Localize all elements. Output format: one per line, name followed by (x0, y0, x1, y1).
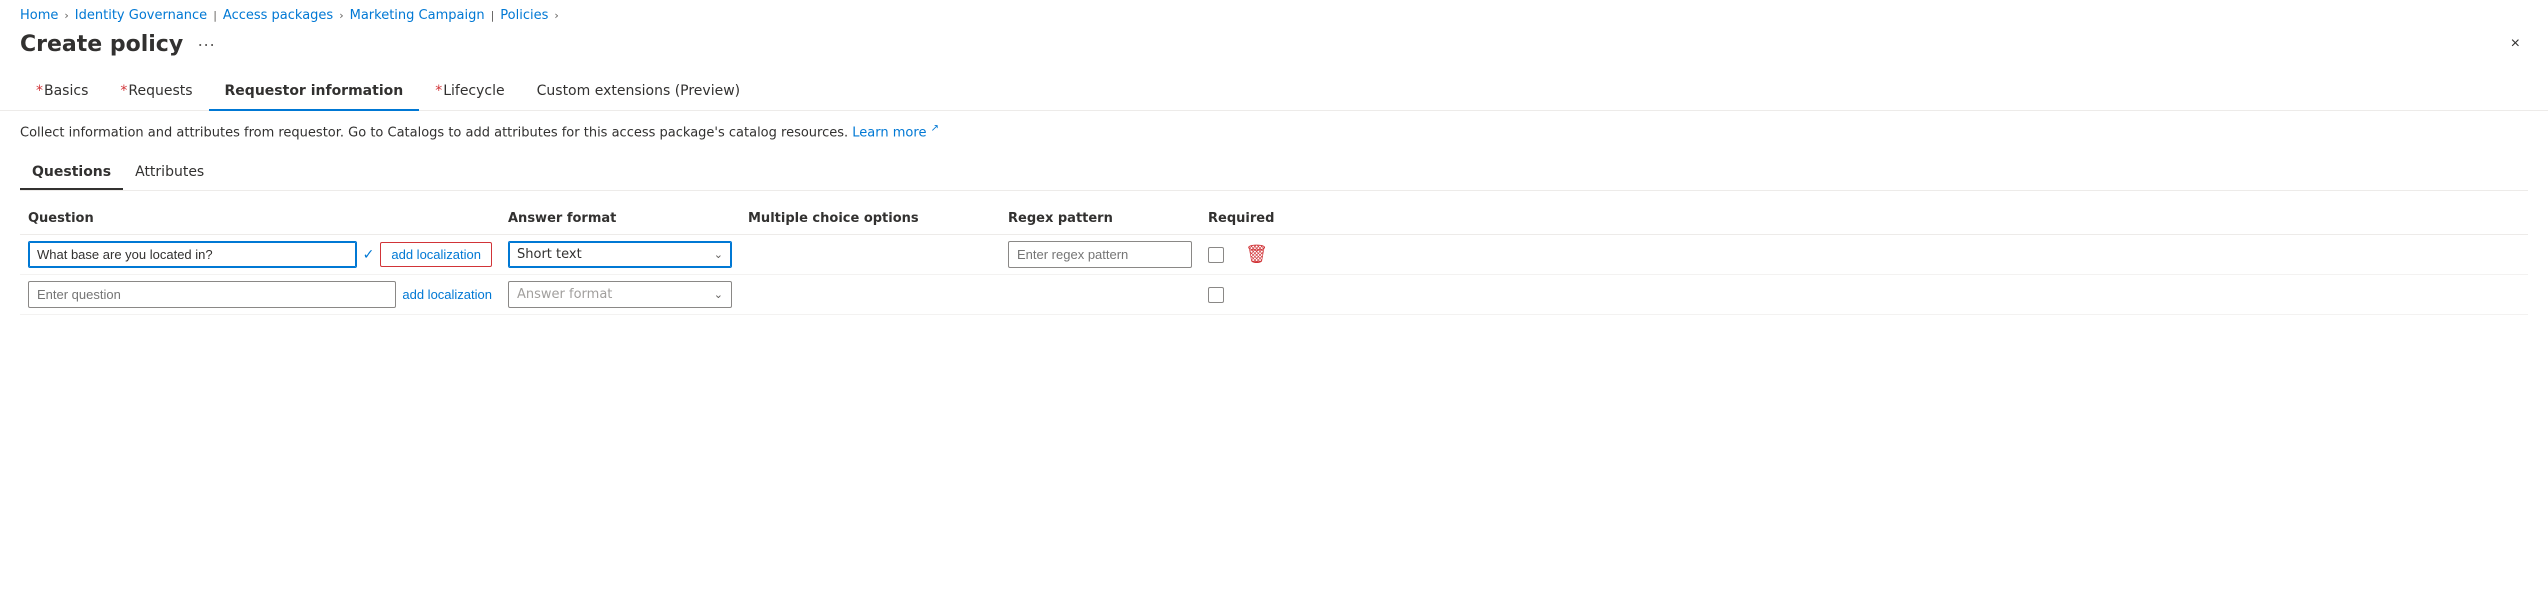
row1-answer-format-cell: Short text ⌄ (500, 241, 740, 268)
row1-check-icon[interactable]: ✓ (363, 247, 375, 263)
breadcrumb-sep-1: › (64, 9, 68, 22)
learn-more-link[interactable]: Learn more (852, 125, 926, 140)
table-row: add localization Answer format ⌄ (20, 275, 2528, 315)
row1-question-cell: ✓ add localization (20, 241, 500, 268)
breadcrumb-marketing-campaign[interactable]: Marketing Campaign (350, 8, 485, 23)
description: Collect information and attributes from … (0, 111, 2548, 148)
breadcrumb-sep-5: › (554, 9, 558, 22)
table-row: ✓ add localization Short text ⌄ 🗑 (20, 235, 2528, 275)
row2-question-input[interactable] (28, 281, 396, 308)
row1-required-checkbox[interactable] (1208, 247, 1224, 263)
page-title: Create policy (20, 32, 183, 57)
breadcrumb: Home › Identity Governance | Access pack… (0, 0, 2548, 27)
tabs-bar: *Basics *Requests Requestor information … (0, 73, 2548, 111)
row2-question-cell: add localization (20, 281, 500, 308)
table-header: Question Answer format Multiple choice o… (20, 203, 2528, 235)
row1-add-localization-button[interactable]: add localization (380, 242, 492, 267)
tab-requests[interactable]: *Requests (104, 73, 208, 111)
tab-basics[interactable]: *Basics (20, 73, 104, 111)
col-header-answer-format: Answer format (500, 211, 740, 226)
breadcrumb-policies[interactable]: Policies (500, 8, 548, 23)
col-header-regex: Regex pattern (1000, 211, 1200, 226)
col-header-multiple-choice: Multiple choice options (740, 211, 1000, 226)
breadcrumb-sep-4: | (491, 9, 495, 22)
col-header-required: Required (1200, 211, 1280, 226)
col-header-question: Question (20, 211, 500, 226)
chevron-down-icon: ⌄ (714, 288, 723, 301)
row1-question-input[interactable] (28, 241, 357, 268)
sub-tab-attributes[interactable]: Attributes (123, 156, 216, 190)
row2-add-localization-button[interactable]: add localization (402, 283, 492, 306)
tab-lifecycle[interactable]: *Lifecycle (419, 73, 520, 111)
breadcrumb-access-packages[interactable]: Access packages (223, 8, 333, 23)
row1-regex-cell (1000, 241, 1200, 268)
page-header: Create policy ··· × (0, 27, 2548, 73)
close-button[interactable]: × (2503, 31, 2528, 57)
row1-answer-format-dropdown[interactable]: Short text ⌄ (508, 241, 732, 268)
row2-required-checkbox[interactable] (1208, 287, 1224, 303)
breadcrumb-identity-governance[interactable]: Identity Governance (75, 8, 207, 23)
ellipsis-button[interactable]: ··· (191, 32, 221, 57)
breadcrumb-sep-3: › (339, 9, 343, 22)
row2-answer-format-cell: Answer format ⌄ (500, 281, 740, 308)
tab-custom-extensions[interactable]: Custom extensions (Preview) (521, 73, 757, 111)
row1-required-cell: 🗑 (1200, 242, 1280, 267)
breadcrumb-sep-2: | (213, 9, 217, 22)
row1-delete-button[interactable]: 🗑 (1241, 242, 1272, 267)
table-container: Question Answer format Multiple choice o… (20, 203, 2528, 315)
sub-tabs: Questions Attributes (0, 148, 2548, 190)
sub-tab-questions[interactable]: Questions (20, 156, 123, 190)
external-link-icon: ↗ (931, 123, 939, 134)
chevron-down-icon: ⌄ (714, 248, 723, 261)
tab-requestor-info[interactable]: Requestor information (209, 73, 420, 111)
breadcrumb-home[interactable]: Home (20, 8, 58, 23)
row1-regex-input[interactable] (1008, 241, 1192, 268)
row2-answer-format-dropdown[interactable]: Answer format ⌄ (508, 281, 732, 308)
sub-tabs-divider (20, 190, 2528, 191)
row2-required-cell (1200, 287, 1280, 303)
